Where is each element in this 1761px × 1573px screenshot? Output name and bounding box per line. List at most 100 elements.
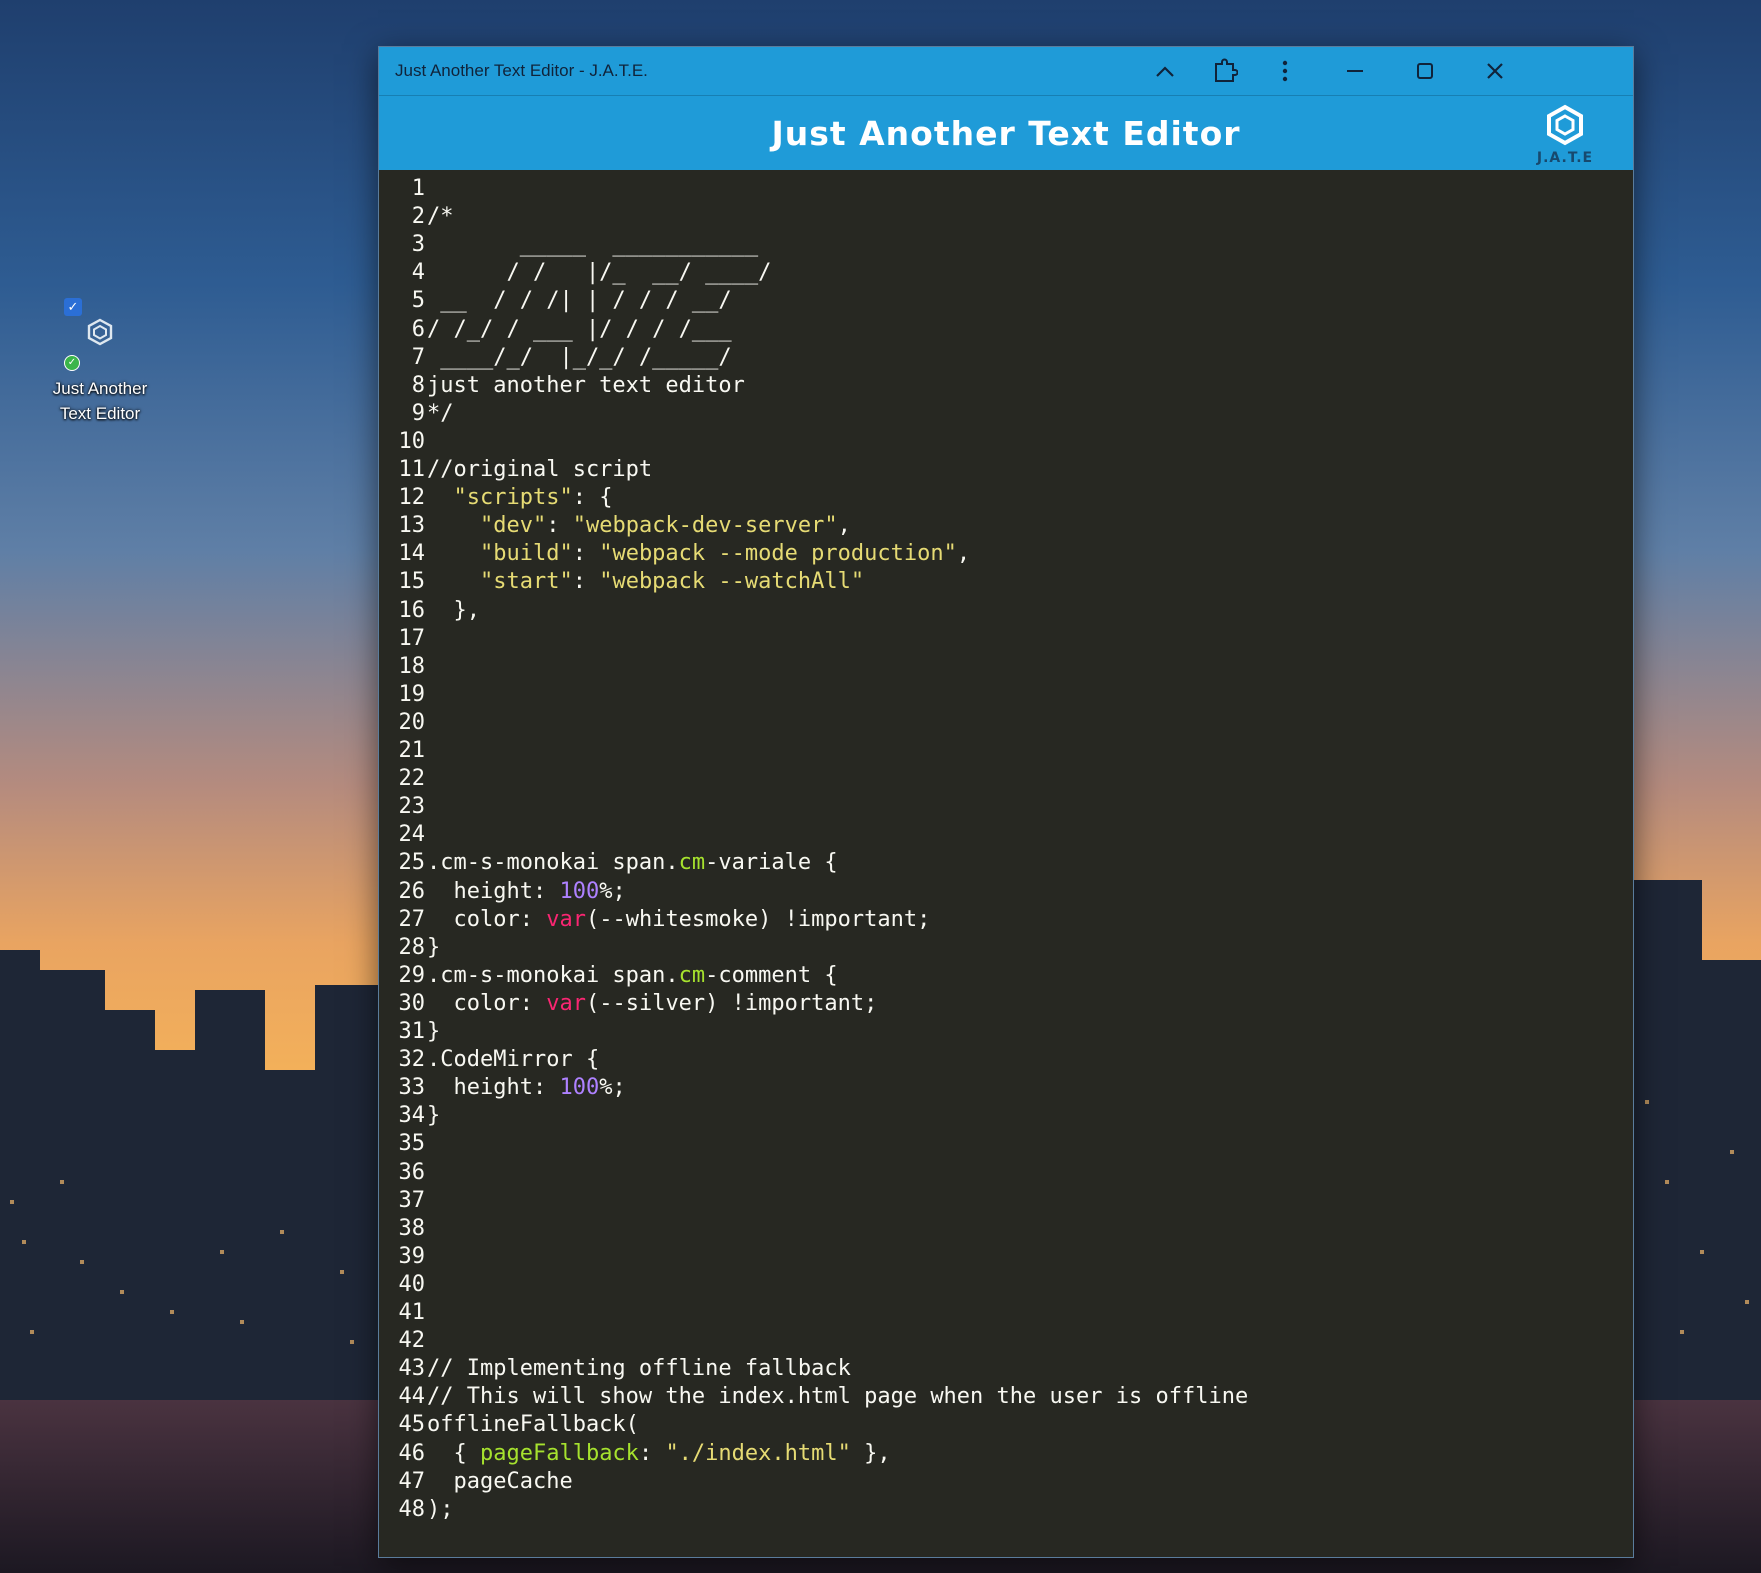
code-line[interactable]: 27 color: var(--whitesmoke) !important; — [379, 906, 1633, 934]
code-token: { — [427, 1440, 480, 1466]
line-number: 46 — [398, 1440, 426, 1466]
line-number: 6 — [411, 316, 425, 342]
extensions-button[interactable] — [1197, 47, 1253, 95]
line-number: 1 — [411, 176, 425, 201]
code-line[interactable]: 35 — [379, 1130, 1633, 1158]
code-line[interactable]: 28} — [379, 934, 1633, 962]
collapse-button[interactable] — [1137, 47, 1193, 95]
code-line[interactable]: 4 / / |/_ __/ ____/ — [379, 259, 1633, 287]
chevron-up-icon — [1156, 66, 1174, 77]
line-number: 3 — [411, 232, 425, 258]
window-titlebar[interactable]: Just Another Text Editor - J.A.T.E. — [379, 47, 1633, 96]
code-line[interactable]: 3 _____ ___________ — [379, 231, 1633, 259]
code-line[interactable]: 33 height: 100%; — [379, 1074, 1633, 1102]
code-line[interactable]: 24 — [379, 821, 1633, 849]
code-token: _____ ___________ — [427, 232, 759, 258]
code-line[interactable]: 15 "start": "webpack --watchAll" — [379, 568, 1633, 596]
code-line[interactable]: 19 — [379, 681, 1633, 709]
code-line[interactable]: 2/* — [379, 203, 1633, 231]
close-button[interactable] — [1467, 47, 1523, 95]
code-line[interactable]: 14 "build": "webpack --mode production", — [379, 540, 1633, 568]
code-line[interactable]: 18 — [379, 653, 1633, 681]
code-line[interactable]: 39 — [379, 1243, 1633, 1271]
code-line[interactable]: 8 just another text editor — [379, 372, 1633, 400]
code-token: .cm-s-monokai span. — [427, 962, 679, 988]
code-line[interactable]: 31} — [379, 1018, 1633, 1046]
code-token: */ — [427, 400, 454, 426]
code-token: // Implementing offline fallback — [427, 1356, 851, 1382]
code-token: } — [427, 1019, 441, 1044]
code-line[interactable]: 26 height: 100%; — [379, 878, 1633, 906]
desktop-label-line2: Text Editor — [59, 404, 141, 423]
code-token: __ / / /| | / / / __/ — [427, 288, 732, 314]
code-line[interactable]: 34} — [379, 1102, 1633, 1130]
line-code: .cm-s-monokai span.cm-variale { — [427, 849, 838, 877]
code-line[interactable]: 11//original script — [379, 456, 1633, 484]
line-code: __ / / /| | / / / __/ — [427, 287, 732, 315]
code-line[interactable]: 44// This will show the index.html page … — [379, 1383, 1633, 1411]
code-line[interactable]: 37 — [379, 1187, 1633, 1215]
code-line[interactable]: 16 }, — [379, 597, 1633, 625]
code-line[interactable]: 29 .cm-s-monokai span.cm-comment { — [379, 962, 1633, 990]
code-line[interactable]: 22 — [379, 765, 1633, 793]
line-number: 23 — [398, 794, 426, 820]
code-line[interactable]: 17 — [379, 625, 1633, 653]
line-code: ____/_/ |_/_/ /_____/ — [427, 344, 731, 372]
line-code: "scripts": { — [427, 484, 613, 512]
code-line[interactable]: 5 __ / / /| | / / / __/ — [379, 287, 1633, 315]
code-token: pageCache — [427, 1468, 573, 1494]
more-options-button[interactable] — [1257, 47, 1313, 95]
line-number: 9 — [411, 400, 425, 426]
code-token: "webpack-dev-server" — [572, 513, 838, 539]
code-line[interactable]: 48); — [379, 1496, 1633, 1524]
code-line[interactable]: 23 — [379, 793, 1633, 821]
code-line[interactable]: 13 "dev": "webpack-dev-server", — [379, 512, 1633, 540]
code-token: "webpack --watchAll" — [599, 569, 865, 595]
code-line[interactable]: 36 — [379, 1159, 1633, 1187]
code-line[interactable]: 7 ____/_/ |_/_/ /_____/ — [379, 344, 1633, 372]
code-line[interactable]: 6/ /_/ / ___ |/ / / /___ — [379, 316, 1633, 344]
minimize-button[interactable] — [1327, 47, 1383, 95]
code-token: .CodeMirror { — [427, 1047, 600, 1073]
line-number: 44 — [398, 1384, 426, 1410]
line-number: 26 — [398, 878, 426, 904]
line-number: 30 — [398, 990, 426, 1016]
code-line[interactable]: 21 — [379, 737, 1633, 765]
code-token: } — [427, 934, 441, 960]
code-line[interactable]: 32 .CodeMirror { — [379, 1046, 1633, 1074]
code-token: color: — [427, 990, 547, 1016]
code-line[interactable]: 47 pageCache — [379, 1468, 1633, 1496]
code-line[interactable]: 25 .cm-s-monokai span.cm-variale { — [379, 849, 1633, 877]
code-token: offlineFallback( — [427, 1412, 639, 1438]
maximize-button[interactable] — [1397, 47, 1453, 95]
line-number: 19 — [398, 681, 426, 707]
code-line[interactable]: 42 — [379, 1327, 1633, 1355]
code-line[interactable]: 40 — [379, 1271, 1633, 1299]
line-number: 27 — [398, 906, 426, 932]
jate-logo-text: J.A.T.E — [1536, 150, 1594, 166]
line-number: 2 — [411, 204, 425, 230]
code-line[interactable]: 12 "scripts": { — [379, 484, 1633, 512]
code-token: 100 — [559, 878, 600, 904]
line-code: } — [427, 934, 440, 962]
line-code: } — [427, 1018, 440, 1046]
selection-checkbox-icon[interactable]: ✓ — [64, 298, 82, 316]
code-line[interactable]: 41 — [379, 1299, 1633, 1327]
line-number: 17 — [398, 625, 426, 651]
code-line[interactable]: 46 { pageFallback: "./index.html" }, — [379, 1440, 1633, 1468]
code-line[interactable]: 38 — [379, 1215, 1633, 1243]
code-line[interactable]: 45 offlineFallback( — [379, 1411, 1633, 1439]
code-line[interactable]: 30 color: var(--silver) !important; — [379, 990, 1633, 1018]
code-token: var — [546, 906, 586, 932]
code-line[interactable]: 20 — [379, 709, 1633, 737]
code-line[interactable]: 43// Implementing offline fallback — [379, 1355, 1633, 1383]
code-editor[interactable]: 1 2/* 3 _____ ___________ 4 / / |/_ __/ ___… — [379, 170, 1633, 1557]
line-code: offlineFallback( — [427, 1411, 639, 1439]
kebab-menu-icon — [1282, 60, 1288, 82]
code-line[interactable]: 10 — [379, 428, 1633, 456]
code-line[interactable]: 1 — [379, 175, 1633, 203]
code-line[interactable]: 9 */ — [379, 400, 1633, 428]
line-code: /* — [427, 203, 454, 231]
line-code: // This will show the index.html page wh… — [427, 1383, 1248, 1411]
line-code: //original script — [427, 456, 652, 484]
